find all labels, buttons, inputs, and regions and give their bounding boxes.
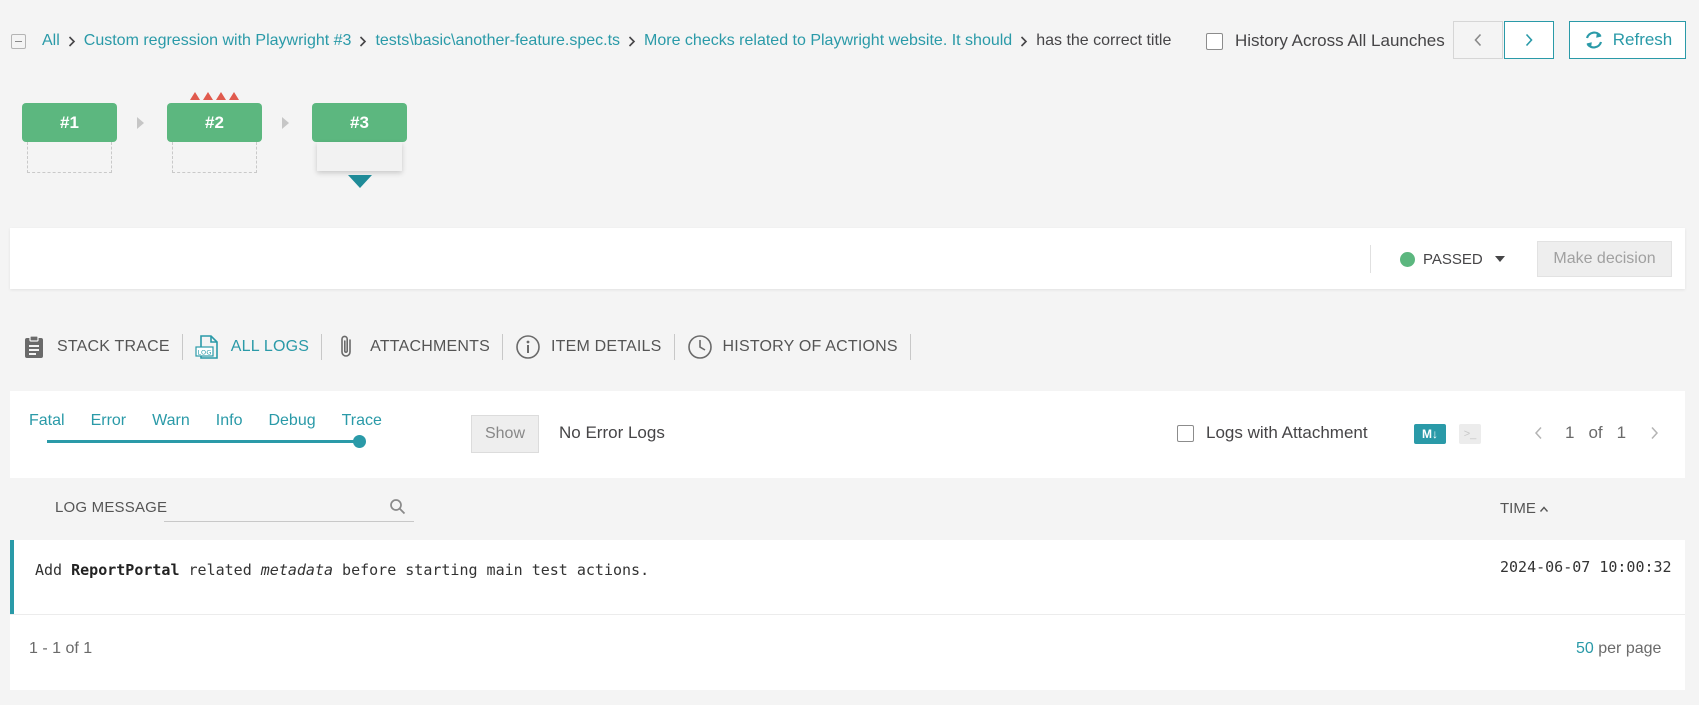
log-time: 2024-06-07 10:00:32 (1500, 558, 1672, 576)
tab-label: HISTORY OF ACTIONS (722, 338, 898, 355)
failed-markers-icon (190, 92, 239, 100)
level-trace[interactable]: Trace (342, 412, 382, 430)
table-footer (10, 614, 1685, 690)
log-level-slider-handle[interactable] (353, 435, 366, 448)
page-of: of (1588, 423, 1603, 442)
level-error[interactable]: Error (91, 412, 127, 430)
per-page-count[interactable]: 50 (1576, 640, 1594, 657)
chevron-right-icon (1525, 33, 1533, 47)
log-message: Add ReportPortal related metadata before… (35, 561, 650, 579)
history-across-launches-toggle[interactable]: History Across All Launches (1206, 26, 1445, 56)
status-dot-icon (1400, 251, 1415, 267)
status-label: PASSED (1423, 250, 1483, 268)
active-pointer-icon (348, 175, 372, 188)
log-search-input[interactable] (164, 494, 414, 522)
chevron-right-icon (620, 35, 644, 47)
level-info[interactable]: Info (216, 412, 243, 430)
history-checkbox[interactable] (1206, 32, 1223, 50)
launch-history-item-3[interactable]: #3 (312, 103, 407, 142)
log-level-selector[interactable]: Fatal Error Warn Info Debug Trace (29, 412, 382, 430)
status-dropdown[interactable]: PASSED (1400, 246, 1505, 272)
breadcrumb-item-spec[interactable]: tests\basic\another-feature.spec.ts (375, 32, 620, 50)
breadcrumb: All Custom regression with Playwright #3… (11, 26, 1171, 56)
svg-text:LOG: LOG (197, 349, 211, 357)
next-item-button[interactable] (1504, 21, 1554, 59)
show-error-logs-button[interactable]: Show (471, 415, 539, 453)
clipboard-icon (25, 335, 43, 358)
chevron-left-icon[interactable] (1534, 426, 1543, 440)
console-mode-button[interactable]: >_ (1459, 424, 1481, 444)
breadcrumb-item-suite[interactable]: More checks related to Playwright websit… (644, 32, 1012, 50)
info-icon (516, 335, 540, 359)
paperclip-icon (341, 335, 351, 357)
tab-label: STACK TRACE (57, 338, 170, 355)
attachment-toggle-label: Logs with Attachment (1206, 423, 1368, 442)
total-pages: 1 (1616, 423, 1627, 442)
pagination: 1 of 1 (1534, 423, 1659, 443)
log-message-header: LOG MESSAGE (55, 499, 168, 516)
time-header-label: TIME (1500, 500, 1536, 517)
chevron-right-icon[interactable] (1650, 426, 1659, 440)
arrow-right-icon (137, 117, 144, 129)
chevron-right-icon (351, 35, 375, 47)
chevron-right-icon (60, 35, 84, 47)
tab-label: ATTACHMENTS (370, 338, 490, 355)
per-page-selector[interactable]: 50 per page (1576, 640, 1661, 658)
level-fatal[interactable]: Fatal (29, 412, 65, 430)
level-debug[interactable]: Debug (268, 412, 315, 430)
make-decision-button[interactable]: Make decision (1537, 241, 1672, 277)
time-header[interactable]: TIME (1500, 500, 1549, 517)
tab-item-details[interactable]: ITEM DETAILS (503, 333, 674, 361)
log-file-icon: LOG (195, 335, 218, 359)
sort-ascending-icon (1539, 505, 1548, 512)
tab-label: ALL LOGS (230, 338, 310, 355)
refresh-label: Refresh (1612, 30, 1673, 49)
breadcrumb-item-all[interactable]: All (42, 32, 60, 50)
logs-with-attachment-toggle[interactable]: Logs with Attachment (1177, 423, 1368, 443)
attachment-checkbox[interactable] (1177, 424, 1194, 442)
tab-attachments[interactable]: ATTACHMENTS (322, 333, 502, 361)
markdown-mode-button[interactable]: M↓ (1414, 424, 1446, 444)
arrow-right-icon (282, 117, 289, 129)
breadcrumb-item-current: has the correct title (1036, 32, 1172, 49)
tab-history-of-actions[interactable]: HISTORY OF ACTIONS (675, 333, 910, 361)
launch-history-item-1[interactable]: #1 (22, 103, 117, 142)
previous-item-button[interactable] (1453, 21, 1503, 59)
search-icon (390, 499, 406, 515)
log-view-tabs: STACK TRACE LOG ALL LOGS ATTACHMENTS ITE… (21, 329, 911, 365)
tab-all-logs[interactable]: LOG ALL LOGS (183, 333, 321, 361)
chevron-left-icon (1474, 33, 1482, 47)
collapse-all-icon[interactable] (11, 33, 26, 49)
launch-history-active-card (317, 142, 402, 171)
tab-label: ITEM DETAILS (550, 338, 662, 355)
chevron-right-icon (1012, 35, 1036, 47)
divider (1370, 245, 1371, 273)
clock-icon (687, 335, 712, 359)
launch-history-placeholder (172, 142, 257, 173)
history-toggle-label: History Across All Launches (1235, 31, 1445, 50)
level-warn[interactable]: Warn (152, 412, 190, 430)
launch-history-item-2[interactable]: #2 (167, 103, 262, 142)
refresh-button[interactable]: Refresh (1569, 21, 1686, 59)
refresh-icon (1585, 31, 1602, 49)
launch-history-placeholder (27, 142, 112, 173)
per-page-label: per page (1593, 640, 1662, 657)
tab-stack-trace[interactable]: STACK TRACE (21, 333, 182, 361)
caret-down-icon (1494, 256, 1505, 262)
breadcrumb-item-launch[interactable]: Custom regression with Playwright #3 (84, 32, 352, 50)
error-logs-status: No Error Logs (559, 423, 665, 442)
items-range: 1 - 1 of 1 (29, 640, 93, 657)
current-page: 1 (1565, 423, 1575, 442)
log-level-slider-track[interactable] (47, 440, 360, 443)
